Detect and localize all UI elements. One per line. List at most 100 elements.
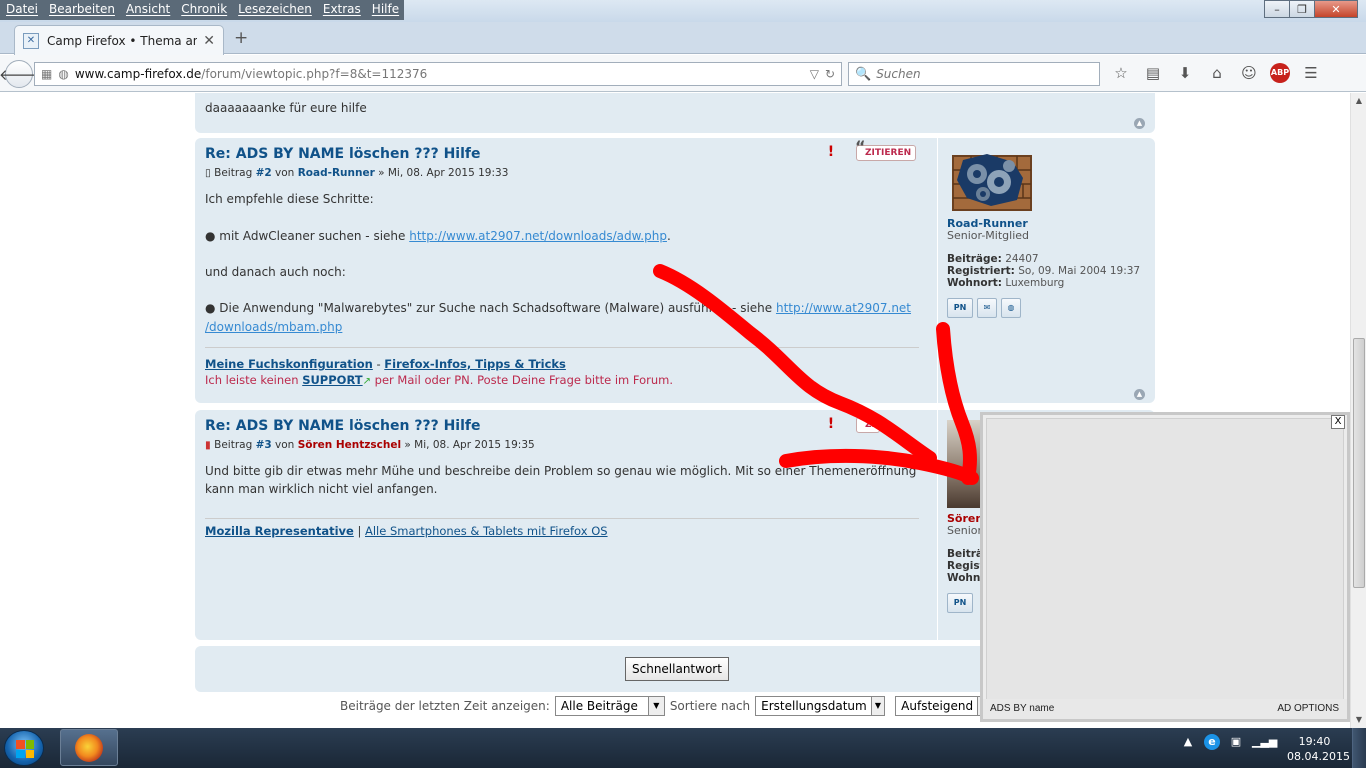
scroll-up-arrow-icon[interactable]: ▲	[1351, 93, 1366, 109]
taskbar-firefox-button[interactable]	[60, 729, 118, 766]
post-2-meta: ▯ Beitrag #2 von Road-Runner » Mi, 08. A…	[205, 167, 509, 179]
search-box[interactable]: 🔍	[848, 62, 1100, 86]
ad-options-link[interactable]: AD OPTIONS	[1277, 703, 1339, 714]
post-3-title[interactable]: Re: ADS BY NAME löschen ??? Hilfe	[205, 418, 481, 434]
show-desktop-button[interactable]	[1352, 728, 1366, 768]
website-globe-icon[interactable]: ◍	[1001, 298, 1021, 318]
home-icon[interactable]: ⌂	[1206, 63, 1228, 83]
post-2-line-5: /downloads/mbam.php	[205, 318, 342, 336]
sort-bar: Beiträge der letzten Zeit anzeigen: Alle…	[340, 696, 998, 716]
post-3-date: » Mi, 08. Apr 2015 19:35	[404, 439, 535, 451]
post-2-line-3: und danach auch noch:	[205, 265, 346, 279]
back-to-top-icon[interactable]: ▲	[1134, 118, 1145, 129]
sig-mozilla-rep-link[interactable]: Mozilla Representative	[205, 524, 354, 538]
profile-contact-icons: PN ✉ ◍	[947, 298, 1025, 318]
menu-extras[interactable]: Extras	[317, 0, 366, 20]
favicon-icon: ✕	[23, 32, 39, 49]
post-2-profile: Road-Runner Senior-Mitglied Beiträge: 24…	[937, 138, 1147, 403]
ad-popup[interactable]: X ADS BY name AD OPTIONS	[980, 412, 1350, 722]
post-2-title[interactable]: Re: ADS BY NAME löschen ??? Hilfe	[205, 146, 481, 162]
maximize-button[interactable]: ❐	[1289, 0, 1315, 18]
quick-reply-button[interactable]: Schnellantwort	[625, 657, 729, 681]
period-select[interactable]: Alle Beiträge ▼	[554, 696, 665, 716]
post-icon: ▮	[205, 439, 215, 451]
quote-button[interactable]: ZI	[855, 412, 880, 433]
sig-support-link[interactable]: SUPPORT	[302, 373, 362, 387]
scroll-down-arrow-icon[interactable]: ▼	[1351, 712, 1366, 728]
menu-bearbeiten[interactable]: Bearbeiten	[43, 0, 120, 20]
email-icon[interactable]: ✉	[977, 298, 997, 318]
post-3-line-2: kann man wirklich nicht viel anfangen.	[205, 482, 438, 496]
adw-link[interactable]: http://www.at2907.net/downloads/adw.php	[409, 229, 667, 243]
scroll-thumb[interactable]	[1353, 338, 1365, 588]
post-2-line-4: ● Die Anwendung "Malwarebytes" zur Suche…	[205, 301, 912, 315]
quote-button[interactable]: ZITIEREN	[855, 140, 917, 161]
ad-footer: ADS BY name AD OPTIONS	[983, 699, 1347, 719]
minimize-button[interactable]: –	[1264, 0, 1290, 18]
post-3-number[interactable]: #3	[256, 439, 272, 451]
tray-e-icon[interactable]: e	[1204, 734, 1220, 750]
adblock-plus-icon[interactable]: ABP	[1270, 63, 1290, 83]
close-window-button[interactable]: ✕	[1314, 0, 1358, 18]
toolbar-icons: ☆ ▤ ⬇ ⌂ ☺ ABP ☰	[1110, 63, 1332, 83]
tab-close-icon[interactable]: ✕	[203, 33, 215, 49]
post-2-number[interactable]: #2	[256, 167, 272, 179]
sig-firefox-os-link[interactable]: Alle Smartphones & Tablets mit Firefox O…	[365, 524, 608, 538]
menu-datei[interactable]: Datei	[0, 0, 43, 20]
avatar[interactable]	[947, 148, 1035, 214]
downloads-icon[interactable]: ⬇	[1174, 63, 1196, 83]
menu-lesezeichen[interactable]: Lesezeichen	[232, 0, 317, 20]
page-info-icon[interactable]: ▦	[41, 67, 52, 81]
sig-fuchskonfiguration-link[interactable]: Meine Fuchskonfiguration	[205, 357, 373, 371]
post-1: daaaaaaanke für eure hilfe ▲	[195, 93, 1155, 133]
post-3-line-1: Und bitte gib dir etwas mehr Mühe und be…	[205, 464, 917, 478]
profile-location: Wohnort: Luxemburg	[947, 277, 1065, 289]
pm-icon[interactable]: PN	[947, 593, 973, 613]
url-bar[interactable]: ▦ ◍ www.camp-firefox.de/forum/viewtopic.…	[34, 62, 842, 86]
sort-by-select[interactable]: Erstellungsdatum ▼	[755, 696, 886, 716]
ad-content-area[interactable]	[986, 418, 1344, 700]
tray-signal-icon[interactable]: ▁▃▅	[1252, 734, 1277, 750]
report-icon[interactable]: !	[823, 416, 839, 432]
report-icon[interactable]: !	[823, 144, 839, 160]
post-1-body: daaaaaaanke für eure hilfe	[205, 101, 367, 115]
ad-close-button[interactable]: X	[1331, 415, 1345, 429]
new-tab-button[interactable]: +	[234, 28, 248, 48]
reload-icon[interactable]: ↻	[825, 67, 835, 81]
menu-hilfe[interactable]: Hilfe	[366, 0, 404, 20]
page-scrollbar[interactable]: ▲ ▼	[1350, 93, 1366, 728]
menu-hamburger-icon[interactable]: ☰	[1300, 63, 1322, 83]
post-2-author[interactable]: Road-Runner	[298, 167, 375, 179]
ad-brand-label[interactable]: ADS BY name	[990, 703, 1054, 714]
clock-time: 19:40	[1298, 735, 1331, 748]
globe-icon: ◍	[58, 67, 69, 81]
tray-network-icon[interactable]: ▣	[1228, 734, 1244, 750]
sig-firefox-infos-link[interactable]: Firefox-Infos, Tipps & Tricks	[384, 357, 566, 371]
tab-title: Camp Firefox • Thema anz...	[47, 33, 198, 48]
search-input[interactable]	[876, 67, 1077, 81]
post-3-author[interactable]: Sören Hentzschel	[298, 439, 401, 451]
chat-icon[interactable]: ☺	[1238, 63, 1260, 83]
back-button[interactable]: 🡐	[0, 60, 39, 88]
menu-chronik[interactable]: Chronik	[175, 0, 232, 20]
taskbar-clock[interactable]: 19:40 08.04.2015	[1287, 734, 1350, 764]
pm-icon[interactable]: PN	[947, 298, 973, 318]
bookmarks-list-icon[interactable]: ▤	[1142, 63, 1164, 83]
signature-divider	[205, 518, 919, 519]
start-button[interactable]	[4, 730, 44, 766]
bookmark-star-icon[interactable]: ☆	[1110, 63, 1132, 83]
menu-ansicht[interactable]: Ansicht	[120, 0, 175, 20]
sort-order-select[interactable]: Aufsteigend▼	[895, 696, 994, 716]
tab-strip: ✕ Camp Firefox • Thema anz... ✕	[0, 22, 1366, 55]
tray-expand-icon[interactable]: ▲	[1180, 734, 1196, 750]
url-dropdown-icon[interactable]: ▽	[810, 67, 819, 81]
profile-rank: Senior-Mitglied	[947, 229, 1030, 242]
tab-camp-firefox[interactable]: ✕ Camp Firefox • Thema anz... ✕	[14, 25, 224, 55]
windows-taskbar: ▲ e ▣ ▁▃▅ 19:40 08.04.2015	[0, 728, 1366, 768]
mbam-link-a[interactable]: http://www.at2907.net	[776, 301, 911, 315]
post-3-meta: ▮ Beitrag #3 von Sören Hentzschel » Mi, …	[205, 439, 535, 451]
mbam-link-b[interactable]: /downloads/mbam.php	[205, 320, 342, 334]
external-link-icon: ↗	[362, 376, 372, 387]
url-text[interactable]: www.camp-firefox.de/forum/viewtopic.php?…	[75, 67, 810, 81]
search-icon: 🔍	[855, 66, 872, 82]
